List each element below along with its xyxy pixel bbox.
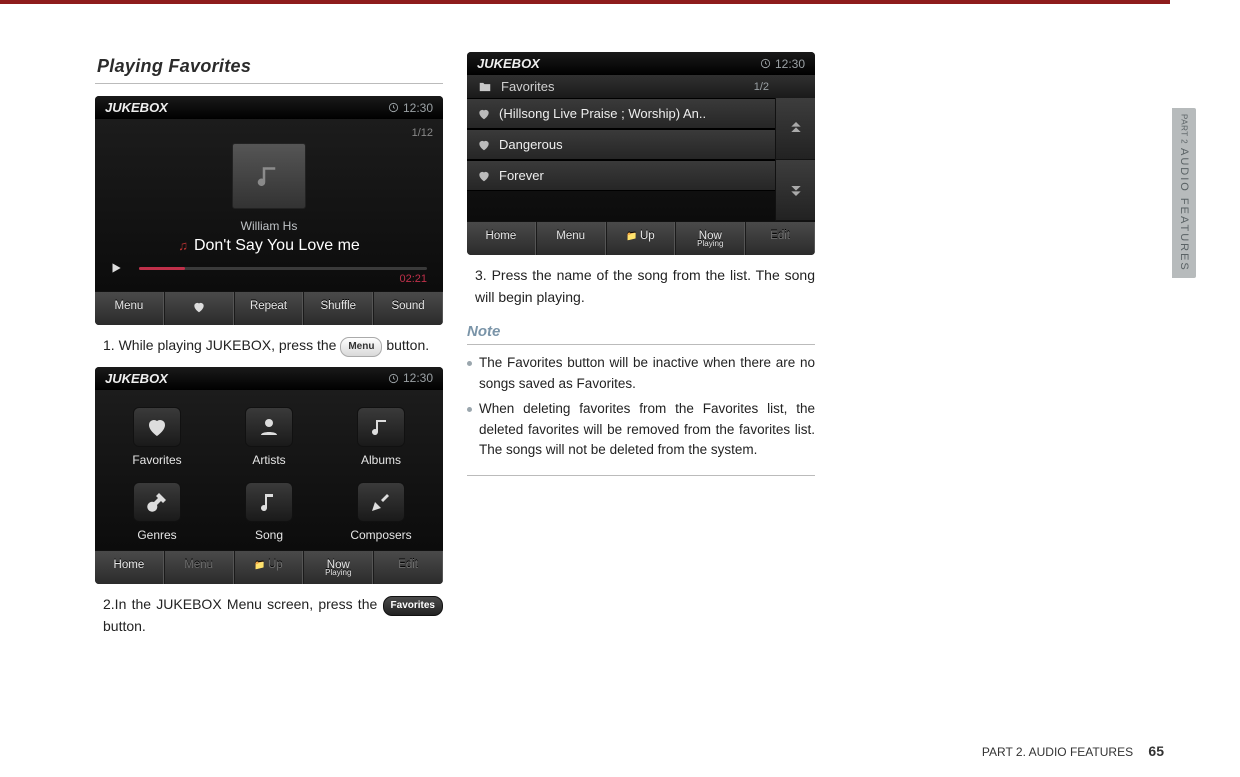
player-body: 1/12 William Hs ♫Don't Say You Love me 0…	[95, 119, 443, 291]
heart-icon	[477, 169, 491, 183]
music-note-icon: ♫	[178, 238, 188, 253]
now-playing-button[interactable]: NowPlaying	[303, 551, 373, 584]
shot3-clock: 12:30	[760, 57, 805, 71]
heart-icon	[145, 415, 169, 439]
list-item[interactable]: Dangerous	[467, 129, 775, 160]
guitar-icon	[145, 490, 169, 514]
play-icon[interactable]	[109, 261, 123, 280]
shot3-button-bar: Home Menu 📁 Up NowPlaying Edit	[467, 221, 815, 255]
folder-bar: Favorites 1/2	[467, 75, 815, 98]
folder-icon	[477, 80, 493, 94]
screenshot-list: JUKEBOX 12:30 Favorites 1/2 (Hillsong	[467, 52, 815, 255]
repeat-button[interactable]: Repeat	[234, 292, 304, 325]
menu-artists[interactable]: Artists	[213, 400, 325, 475]
menu-button[interactable]: Menu	[536, 222, 606, 255]
shuffle-button[interactable]: Shuffle	[303, 292, 373, 325]
up-button[interactable]: 📁 Up	[606, 222, 676, 255]
edit-button: Edit	[745, 222, 815, 255]
folder-name: Favorites	[501, 79, 554, 94]
menu-composers[interactable]: Composers	[325, 475, 437, 550]
list-item[interactable]: (Hillsong Live Praise ; Worship) An..	[467, 98, 775, 129]
note-item: When deleting favorites from the Favorit…	[467, 399, 815, 462]
progress-bar[interactable]	[139, 267, 427, 270]
pen-icon	[369, 490, 393, 514]
note-heading: Note	[467, 323, 815, 345]
track-title: ♫Don't Say You Love me	[95, 237, 443, 255]
shot1-title: JUKEBOX	[105, 100, 168, 115]
now-playing-button[interactable]: NowPlaying	[675, 222, 745, 255]
menu-button[interactable]: Menu	[95, 292, 164, 325]
menu-chip: Menu	[340, 337, 382, 357]
step-2: 2.In the JUKEBOX Menu screen, press the …	[103, 594, 443, 637]
clock-icon	[388, 102, 399, 113]
heart-icon	[477, 107, 491, 121]
edit-button: Edit	[373, 551, 443, 584]
shot3-pager: 1/2	[754, 81, 769, 93]
section-title: Playing Favorites	[95, 52, 443, 84]
person-icon	[257, 415, 281, 439]
left-column: Playing Favorites JUKEBOX 12:30 1/12 Wil…	[95, 52, 443, 647]
footer-section: PART 2. AUDIO FEATURES	[982, 745, 1133, 759]
menu-albums[interactable]: Albums	[325, 400, 437, 475]
chevron-up-icon	[788, 120, 804, 136]
screenshot-player: JUKEBOX 12:30 1/12 William Hs ♫Don't Say…	[95, 96, 443, 325]
shot2-clock: 12:30	[388, 371, 433, 385]
menu-button-dim: Menu	[164, 551, 234, 584]
favorite-button[interactable]	[164, 292, 234, 325]
home-button[interactable]: Home	[467, 222, 536, 255]
up-button: 📁 Up	[234, 551, 304, 584]
scroll-up-button[interactable]	[775, 98, 815, 160]
music-note-icon	[369, 415, 393, 439]
header-red-bar	[0, 0, 1170, 4]
side-tab-part: PART 2	[1180, 114, 1189, 144]
scroll-down-button[interactable]	[775, 160, 815, 222]
note-block: The Favorites button will be inactive wh…	[467, 353, 815, 477]
menu-favorites[interactable]: Favorites	[101, 400, 213, 475]
screenshot-menu: JUKEBOX 12:30 Favorites Artists Albums G…	[95, 367, 443, 584]
favorites-chip: Favorites	[383, 596, 443, 616]
shot1-clock: 12:30	[388, 101, 433, 115]
artist-name: William Hs	[95, 219, 443, 233]
menu-genres[interactable]: Genres	[101, 475, 213, 550]
shot2-button-bar: Home Menu 📁 Up NowPlaying Edit	[95, 550, 443, 584]
home-button[interactable]: Home	[95, 551, 164, 584]
step-1: 1. While playing JUKEBOX, press the Menu…	[103, 335, 443, 357]
side-tab-label: AUDIO FEATURES	[1178, 148, 1190, 272]
note-item: The Favorites button will be inactive wh…	[467, 353, 815, 395]
heart-icon	[192, 300, 206, 314]
shot3-title: JUKEBOX	[477, 56, 540, 71]
list-item[interactable]: Forever	[467, 160, 775, 191]
list-item-empty	[467, 191, 775, 221]
sound-button[interactable]: Sound	[373, 292, 443, 325]
side-tab: PART 2 AUDIO FEATURES	[1172, 108, 1196, 278]
right-column: JUKEBOX 12:30 Favorites 1/2 (Hillsong	[467, 52, 815, 647]
chevron-down-icon	[788, 182, 804, 198]
menu-song[interactable]: Song	[213, 475, 325, 550]
page-content: Playing Favorites JUKEBOX 12:30 1/12 Wil…	[95, 52, 815, 647]
album-art-icon	[232, 143, 306, 209]
step-3: 3. Press the name of the song from the l…	[475, 265, 815, 308]
page-footer: PART 2. AUDIO FEATURES 65	[982, 743, 1164, 759]
elapsed-time: 02:21	[399, 273, 427, 285]
footer-page-number: 65	[1148, 743, 1164, 759]
clock-icon	[388, 373, 399, 384]
heart-icon	[477, 138, 491, 152]
shot1-button-bar: Menu Repeat Shuffle Sound	[95, 291, 443, 325]
clock-icon	[760, 58, 771, 69]
shot1-pager: 1/12	[412, 127, 433, 139]
music-note-icon	[257, 490, 281, 514]
shot2-title: JUKEBOX	[105, 371, 168, 386]
